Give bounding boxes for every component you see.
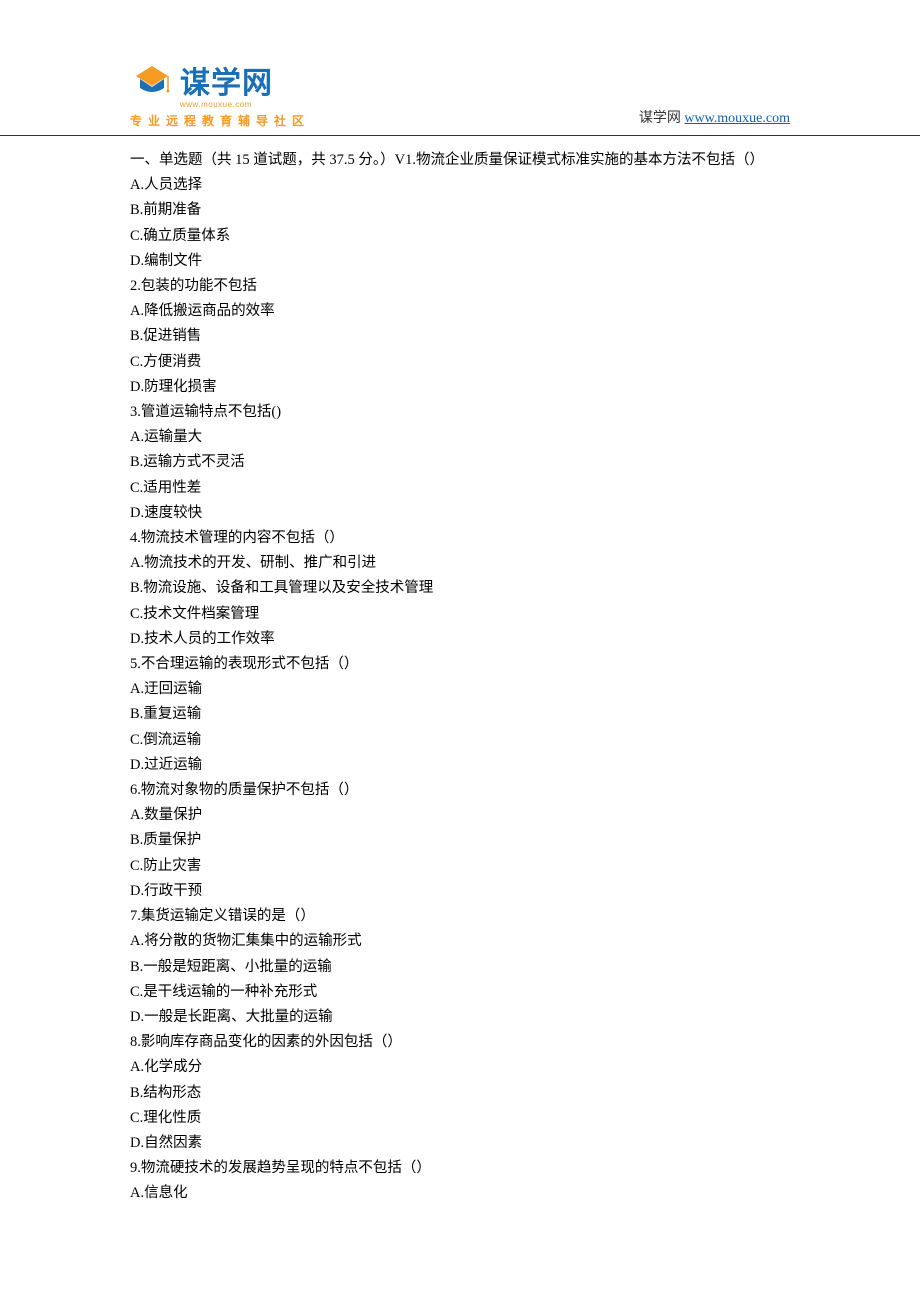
question-stem: 4.物流技术管理的内容不包括（） <box>130 526 790 551</box>
option: C.防止灾害 <box>130 854 790 879</box>
question-stem: 2.包装的功能不包括 <box>130 274 790 299</box>
option: B.重复运输 <box>130 702 790 727</box>
option: A.降低搬运商品的效率 <box>130 299 790 324</box>
option: B.结构形态 <box>130 1081 790 1106</box>
logo-top: 谋学网 <box>130 58 273 102</box>
option: D.防理化损害 <box>130 375 790 400</box>
question-stem: 6.物流对象物的质量保护不包括（） <box>130 778 790 803</box>
option: A.迂回运输 <box>130 677 790 702</box>
question-stem: 3.管道运输特点不包括() <box>130 400 790 425</box>
logo-text: 谋学网 <box>180 58 273 102</box>
option: B.质量保护 <box>130 828 790 853</box>
option: A.化学成分 <box>130 1055 790 1080</box>
option: A.运输量大 <box>130 425 790 450</box>
option: C.技术文件档案管理 <box>130 602 790 627</box>
section-header: 一、单选题（共 15 道试题，共 37.5 分。）V1.物流企业质量保证模式标准… <box>130 148 790 173</box>
option: A.将分散的货物汇集集中的运输形式 <box>130 929 790 954</box>
option: D.技术人员的工作效率 <box>130 627 790 652</box>
page-header: 谋学网 www.mouxue.com 专业远程教育辅导社区 谋学网 www.mo… <box>0 0 920 136</box>
header-right: 谋学网 www.mouxue.com <box>639 107 790 127</box>
site-link[interactable]: www.mouxue.com <box>684 111 790 126</box>
option: C.确立质量体系 <box>130 224 790 249</box>
option: B.促进销售 <box>130 324 790 349</box>
option: C.理化性质 <box>130 1106 790 1131</box>
logo-block: 谋学网 www.mouxue.com 专业远程教育辅导社区 <box>130 58 310 129</box>
option: A.数量保护 <box>130 803 790 828</box>
option: B.一般是短距离、小批量的运输 <box>130 955 790 980</box>
site-label: 谋学网 <box>639 111 681 126</box>
option: B.前期准备 <box>130 198 790 223</box>
question-stem: 9.物流硬技术的发展趋势呈现的特点不包括（） <box>130 1156 790 1181</box>
option: C.倒流运输 <box>130 728 790 753</box>
option: B.物流设施、设备和工具管理以及安全技术管理 <box>130 576 790 601</box>
content: 一、单选题（共 15 道试题，共 37.5 分。）V1.物流企业质量保证模式标准… <box>0 144 920 1267</box>
option: B.运输方式不灵活 <box>130 450 790 475</box>
option: D.一般是长距离、大批量的运输 <box>130 1005 790 1030</box>
option: A.人员选择 <box>130 173 790 198</box>
logo-subtitle: 专业远程教育辅导社区 <box>130 112 310 129</box>
logo-url: www.mouxue.com <box>180 100 252 109</box>
option: D.编制文件 <box>130 249 790 274</box>
question-stem: 8.影响库存商品变化的因素的外因包括（） <box>130 1030 790 1055</box>
option: A.物流技术的开发、研制、推广和引进 <box>130 551 790 576</box>
option: D.自然因素 <box>130 1131 790 1156</box>
logo-text-wrap: 谋学网 <box>180 58 273 102</box>
option: C.适用性差 <box>130 476 790 501</box>
option: D.速度较快 <box>130 501 790 526</box>
option: C.是干线运输的一种补充形式 <box>130 980 790 1005</box>
option: D.行政干预 <box>130 879 790 904</box>
option: C.方便消费 <box>130 350 790 375</box>
question-stem: 5.不合理运输的表现形式不包括（） <box>130 652 790 677</box>
logo-icon <box>130 62 174 98</box>
option: A.信息化 <box>130 1181 790 1206</box>
option: D.过近运输 <box>130 753 790 778</box>
question-stem: 7.集货运输定义错误的是（） <box>130 904 790 929</box>
